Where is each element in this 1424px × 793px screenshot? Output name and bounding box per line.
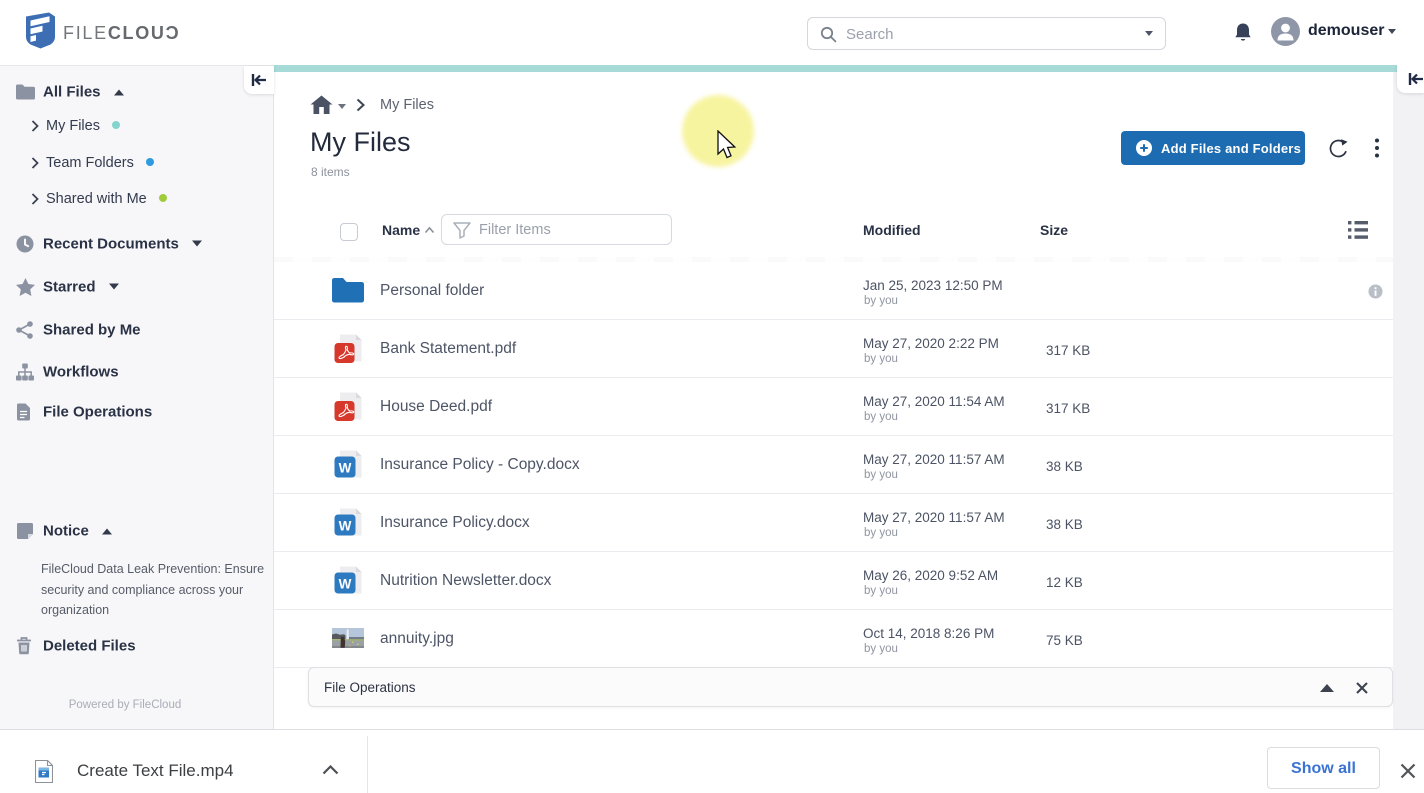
svg-text:W: W bbox=[339, 577, 352, 592]
svg-text:W: W bbox=[339, 519, 352, 534]
svg-text:W: W bbox=[339, 461, 352, 476]
